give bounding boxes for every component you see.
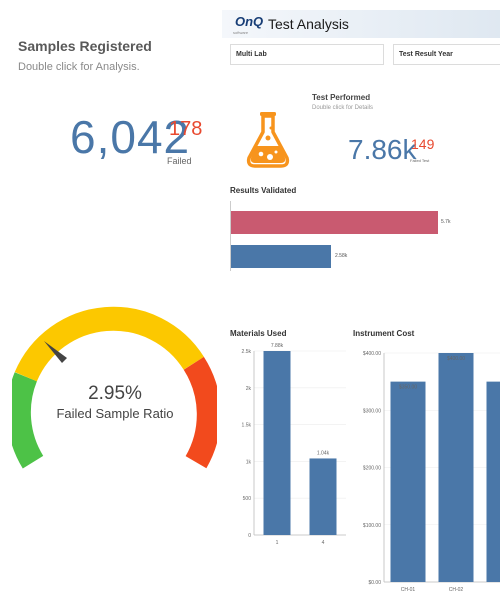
instrument-cost-ytick-label: $400.00 [363,351,381,357]
results-validated-data-label: 2.58k [335,253,348,259]
materials-used-category-label: 1 [276,540,279,546]
test-performed-value[interactable]: 7.86k [348,134,417,166]
gauge-value: 2.95% [88,383,142,404]
materials-used-title: Materials Used [230,329,287,338]
instrument-cost-chart[interactable]: $0.00 $100.00 $200.00 $300.00 $400.00 $350.00… [352,340,500,593]
instrument-cost-ytick-label: $0.00 [368,580,381,586]
test-performed-title: Test Performed [312,93,371,102]
instrument-cost-data-label: $350.00 [399,385,417,391]
materials-used-ytick-label: 2.5k [242,349,252,355]
materials-used-category-label: 4 [322,540,325,546]
instrument-cost-title: Instrument Cost [353,329,415,338]
gauge-label: Failed Sample Ratio [56,406,174,421]
instrument-cost-data-label: $400.00 [447,356,465,362]
instrument-cost-bar[interactable] [486,381,500,582]
instrument-cost-ytick-label: $100.00 [363,523,381,529]
instrument-cost-bar[interactable] [390,381,426,582]
results-validated-data-label: 5.7k [441,219,451,225]
onq-logo-sub: software [233,30,249,35]
materials-used-data-label: 1.04k [317,450,330,456]
materials-used-chart[interactable]: 0 500 1k 1.5k 2k 2.5k 7.88k 1 1.04k 4 [228,340,350,555]
onq-logo: OnQ [235,14,264,29]
instrument-cost-category-label: CH-02 [449,587,464,593]
results-validated-bar[interactable] [231,211,438,234]
flask-icon [246,112,290,168]
instrument-cost-ytick-label: $300.00 [363,408,381,414]
gauge-low-segment [12,372,44,469]
samples-registered-title: Samples Registered [18,38,152,54]
materials-used-bar[interactable] [263,351,291,535]
materials-used-data-label: 7.88k [271,343,284,349]
test-performed-subtitle: Double click for Details [312,105,374,111]
app-header [222,10,500,38]
instrument-cost-category-label: CH-01 [401,587,416,593]
results-validated-bar[interactable] [231,245,331,268]
samples-failed-label: Failed [167,156,192,166]
materials-used-ytick-label: 2k [246,386,252,392]
test-failed-label: Failed Test [410,158,430,163]
materials-used-ytick-label: 1k [246,459,252,465]
samples-failed-value: 178 [169,118,203,140]
materials-used-ytick-label: 1.5k [242,423,252,429]
materials-used-ytick-label: 0 [248,533,251,539]
multi-lab-filter[interactable]: Multi Lab [230,44,384,65]
results-validated-title: Results Validated [230,186,297,195]
materials-used-bar[interactable] [309,458,337,535]
materials-used-ytick-label: 500 [243,496,252,502]
instrument-cost-bar[interactable] [438,353,474,582]
instrument-cost-ytick-label: $200.00 [363,466,381,472]
page-title: Test Analysis [268,16,349,32]
test-failed-value: 149 [411,136,435,152]
test-result-year-filter[interactable]: Test Result Year [393,44,500,65]
samples-registered-subtitle: Double click for Analysis. [18,61,140,73]
